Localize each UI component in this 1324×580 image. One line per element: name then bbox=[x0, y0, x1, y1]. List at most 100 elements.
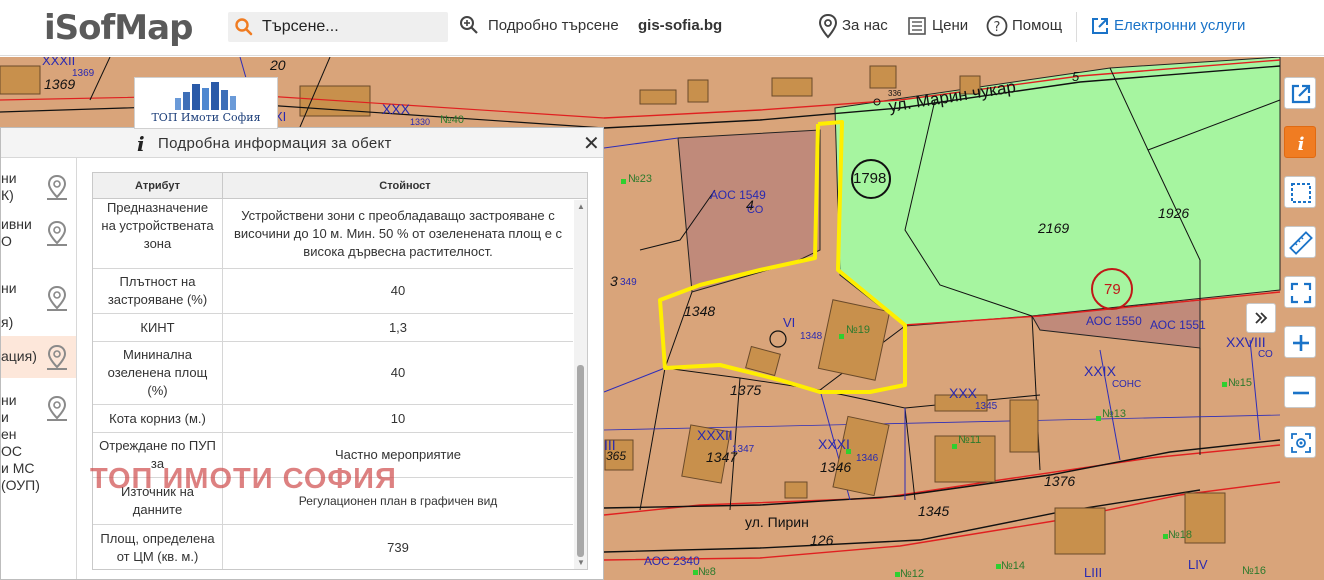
layer-item-label: ивни О bbox=[1, 216, 32, 249]
help-icon: ? bbox=[986, 15, 1008, 37]
value-cell: 739 bbox=[387, 539, 409, 555]
layer-item[interactable]: ивни О bbox=[1, 212, 76, 254]
location-pin-icon bbox=[818, 13, 838, 39]
map-pin-icon bbox=[47, 285, 67, 311]
map-label: 79 bbox=[1104, 281, 1121, 298]
map-label: 1376 bbox=[1044, 473, 1076, 489]
map-label: XXVIII bbox=[1226, 334, 1266, 350]
table-row: Мининална озеленена площ (%) 40 bbox=[93, 342, 573, 405]
map-label: 20 bbox=[270, 57, 286, 73]
street-label-pirin: ул. Пирин bbox=[745, 514, 809, 530]
building bbox=[0, 65, 41, 95]
select-area-button[interactable] bbox=[1284, 176, 1316, 208]
map-label: 1346 bbox=[820, 459, 852, 475]
map-label: №13 bbox=[1102, 408, 1127, 420]
map-pin-icon bbox=[47, 220, 67, 246]
my-location-button[interactable] bbox=[1284, 426, 1316, 458]
map-label: 349 bbox=[620, 277, 637, 288]
map-label: №18 bbox=[1168, 529, 1193, 541]
info-icon: i bbox=[137, 132, 145, 156]
table-row: Площ, определена от ЦМ (кв. м.) 739 bbox=[93, 525, 573, 569]
attribute-cell: Плътност на застрояване (%) bbox=[93, 269, 223, 313]
attribute-cell: Мининална озеленена площ (%) bbox=[93, 342, 223, 404]
object-info-panel: i Подробна информация за обект ✕ ни К) и… bbox=[0, 127, 604, 580]
map-label: №40 bbox=[440, 114, 465, 126]
map-pin-icon bbox=[47, 344, 67, 370]
layer-item-label: ни я) bbox=[1, 280, 17, 330]
layer-item[interactable]: ни К) bbox=[1, 166, 76, 208]
table-row: Кота корниз (м.) 10 bbox=[93, 405, 573, 433]
attribute-cell: Кота корниз (м.) bbox=[93, 405, 223, 432]
svg-text:i: i bbox=[1298, 134, 1305, 155]
map-label: VI bbox=[783, 315, 796, 330]
map-label: LIV bbox=[1188, 557, 1208, 572]
price-list-icon bbox=[908, 17, 926, 35]
search-box[interactable]: Търсене... bbox=[228, 12, 448, 42]
search-input[interactable]: Търсене... bbox=[262, 18, 339, 36]
zoom-in-button[interactable] bbox=[1284, 326, 1316, 358]
table-header: Атрибут Стойност bbox=[93, 173, 587, 199]
layer-item-selected[interactable]: ация) bbox=[1, 336, 76, 378]
logo-caption: ТОП Имоти София bbox=[151, 111, 261, 124]
close-icon[interactable]: ✕ bbox=[583, 131, 600, 156]
table-scrollbar[interactable]: ▲ ▼ bbox=[574, 200, 587, 569]
map-label: 1926 bbox=[1158, 205, 1190, 221]
map-label: №19 bbox=[846, 324, 871, 336]
map-label: XXXII bbox=[42, 57, 76, 68]
layer-item[interactable]: ни и ен ОС и МС (ОУП) bbox=[1, 386, 76, 506]
double-chevron-right-icon bbox=[1255, 312, 1268, 324]
e-services-link[interactable]: Електронни услуги bbox=[1114, 17, 1245, 34]
street-pirin-line-2 bbox=[603, 489, 1201, 553]
value-cell: Устройствени зони с преобладаващо застро… bbox=[233, 207, 563, 259]
map-label: АОС 1550 bbox=[1086, 314, 1142, 328]
svg-text:?: ? bbox=[994, 20, 1001, 35]
map-label: 1348 bbox=[684, 303, 716, 319]
scrollbar-thumb[interactable] bbox=[577, 365, 584, 557]
layer-item-label: ация) bbox=[1, 348, 37, 364]
top-bar-divider bbox=[1076, 12, 1077, 42]
map-label: XXIX bbox=[1084, 363, 1116, 379]
info-tool-button[interactable]: i bbox=[1284, 126, 1316, 158]
map-label: 5 bbox=[1072, 69, 1080, 84]
locate-icon bbox=[1291, 433, 1311, 453]
building bbox=[869, 65, 897, 89]
city-skyline-logo-icon bbox=[175, 82, 236, 110]
zoom-out-button[interactable] bbox=[1284, 376, 1316, 408]
column-header-value[interactable]: Стойност bbox=[223, 173, 587, 199]
advanced-search-link[interactable]: Подробно търсене bbox=[488, 17, 619, 34]
prices-link[interactable]: Цени bbox=[932, 17, 968, 34]
map-label: XXXI bbox=[818, 436, 850, 452]
scroll-down-icon[interactable]: ▼ bbox=[577, 558, 585, 567]
map-label: 1375 bbox=[730, 382, 762, 398]
map-label: 1369 bbox=[44, 76, 76, 92]
panel-header: i Подробна информация за обект ✕ bbox=[1, 128, 603, 158]
map-label: 2169 bbox=[1038, 220, 1070, 236]
expand-panel-button[interactable] bbox=[1246, 303, 1276, 333]
map-label: 365 bbox=[606, 449, 627, 463]
minus-icon bbox=[1293, 391, 1309, 395]
map-label: №14 bbox=[1001, 560, 1026, 572]
about-link[interactable]: За нас bbox=[842, 17, 888, 34]
measure-button[interactable] bbox=[1284, 226, 1316, 258]
layer-item[interactable]: ни я) bbox=[1, 276, 76, 336]
scroll-up-icon[interactable]: ▲ bbox=[577, 202, 585, 211]
ruler-icon bbox=[1289, 231, 1313, 255]
gis-sofia-link[interactable]: gis-sofia.bg bbox=[638, 17, 722, 34]
isofmap-logo[interactable]: iSofMap bbox=[44, 8, 193, 48]
map-label: LIII bbox=[1084, 565, 1103, 580]
map-label: 1369 bbox=[72, 68, 95, 79]
value-cell: 1,3 bbox=[388, 319, 408, 335]
open-external-button[interactable] bbox=[1284, 77, 1316, 109]
help-link[interactable]: Помощ bbox=[1012, 17, 1062, 34]
full-extent-button[interactable] bbox=[1284, 276, 1316, 308]
map-pin-icon bbox=[47, 395, 67, 421]
value-cell: 10 bbox=[390, 410, 406, 426]
map-label: 1348 bbox=[800, 331, 823, 342]
column-header-attribute[interactable]: Атрибут bbox=[93, 173, 223, 199]
external-link-icon bbox=[1291, 84, 1311, 104]
map-label: 1798 bbox=[853, 170, 887, 187]
fullscreen-icon bbox=[1290, 282, 1312, 304]
table-row: КИНТ 1,3 bbox=[93, 314, 573, 342]
attribute-cell: Площ, определена от ЦМ (кв. м.) bbox=[93, 525, 223, 569]
map-label: АОС 1551 bbox=[1150, 318, 1206, 332]
